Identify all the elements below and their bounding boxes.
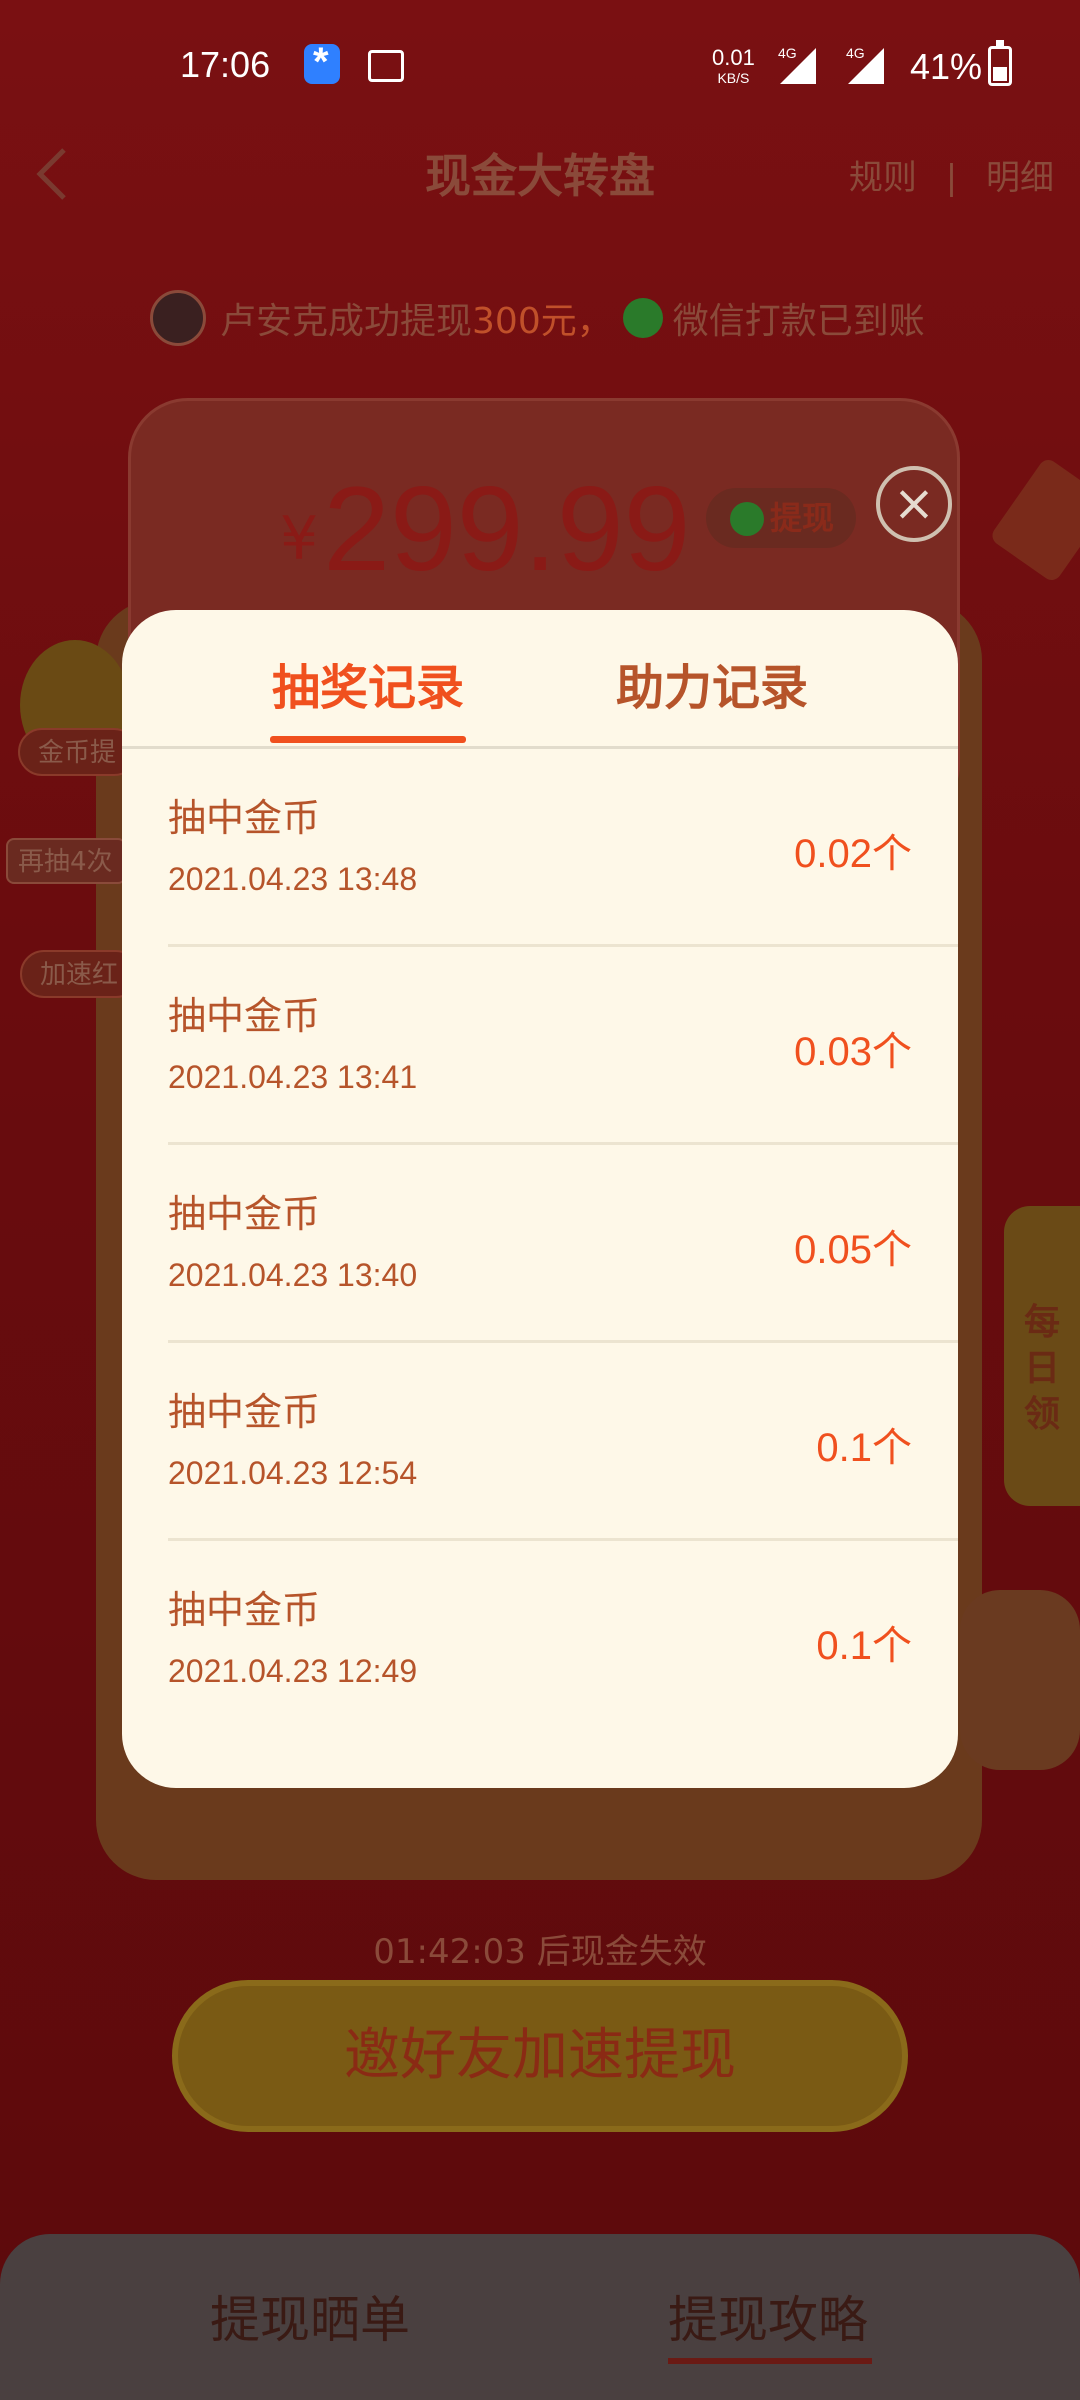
record-title: 抽中金币 bbox=[168, 796, 321, 840]
tab-active-indicator bbox=[668, 2358, 872, 2364]
wechat-check-icon bbox=[622, 298, 663, 338]
tab-assist-records[interactable]: 助力记录 bbox=[616, 648, 808, 718]
close-icon[interactable]: × bbox=[876, 466, 952, 542]
daily-claim-label: 每日领 bbox=[1024, 1302, 1061, 1435]
bottom-tab-bar bbox=[0, 2234, 1080, 2400]
hand-pointer-icon bbox=[960, 1590, 1080, 1770]
ticker-suffix: 微信打款已到账 bbox=[672, 301, 925, 342]
prize-amount: ¥ 299.99 bbox=[280, 460, 690, 598]
record-amount: 0.1个 bbox=[816, 1624, 912, 1668]
withdraw-chip-button[interactable]: 提现 bbox=[706, 488, 856, 548]
nav-actions: 规则 | 明细 bbox=[831, 150, 1054, 199]
withdraw-chip-label: 提现 bbox=[769, 499, 834, 537]
list-item: 抽中金币 2021.04.23 13:48 0.02个 bbox=[168, 749, 958, 947]
net-speed-unit: KB/S bbox=[717, 70, 750, 86]
svg-text:4G: 4G bbox=[778, 45, 797, 61]
record-time: 2021.04.23 13:41 bbox=[168, 1059, 418, 1095]
invite-friends-button[interactable]: 邀好友加速提现 bbox=[172, 1980, 908, 2132]
tab-withdraw-guide[interactable]: 提现攻略 bbox=[668, 2280, 868, 2352]
prize-value: 299.99 bbox=[323, 462, 691, 596]
record-time: 2021.04.23 12:54 bbox=[168, 1455, 418, 1491]
status-time: 17:06 bbox=[180, 44, 271, 85]
list-item: 抽中金币 2021.04.23 13:41 0.03个 bbox=[168, 947, 958, 1145]
avatar bbox=[150, 290, 206, 346]
net-speed-value: 0.01 bbox=[712, 45, 755, 70]
ticker-amount: 300元， bbox=[472, 301, 613, 342]
gallery-notification-icon bbox=[368, 50, 404, 82]
notification-app-icon bbox=[304, 40, 340, 85]
details-link[interactable]: 明细 bbox=[986, 158, 1054, 198]
draw-again-tag: 再抽4次 bbox=[6, 838, 126, 884]
record-title: 抽中金币 bbox=[168, 1588, 321, 1632]
rules-link[interactable]: 规则 bbox=[849, 158, 917, 198]
record-title: 抽中金币 bbox=[168, 1390, 321, 1434]
record-title: 抽中金币 bbox=[168, 994, 321, 1038]
top-nav: 现金大转盘 规则 | 明细 bbox=[0, 130, 1080, 220]
withdraw-ticker: 卢安克成功提现 300元， 微信打款已到账 bbox=[150, 290, 925, 346]
list-item: 抽中金币 2021.04.23 13:40 0.05个 bbox=[168, 1145, 958, 1343]
svg-text:4G: 4G bbox=[846, 45, 865, 61]
tab-underline bbox=[270, 736, 466, 743]
coin-withdraw-pill[interactable]: 金币提 bbox=[18, 728, 138, 776]
battery-icon bbox=[988, 40, 1012, 86]
signal-icon: 4G bbox=[778, 45, 816, 84]
signal-icon-2: 4G bbox=[846, 45, 884, 84]
battery-percent: 41% bbox=[910, 46, 983, 87]
modal-tabs: 抽奖记录 助力记录 bbox=[122, 610, 958, 749]
status-bar: 17:06 0.01 KB/S 4G 4G 41% bbox=[0, 0, 1080, 140]
record-time: 2021.04.23 12:49 bbox=[168, 1653, 418, 1689]
record-list: 抽中金币 2021.04.23 13:48 0.02个 抽中金币 2021.04… bbox=[122, 749, 958, 1736]
list-item: 抽中金币 2021.04.23 12:54 0.1个 bbox=[168, 1343, 958, 1541]
list-item: 抽中金币 2021.04.23 12:49 0.1个 bbox=[168, 1541, 958, 1736]
records-modal: 抽奖记录 助力记录 抽中金币 2021.04.23 13:48 0.02个 抽中… bbox=[122, 610, 958, 1788]
ticker-text: 卢安克成功提现 bbox=[220, 301, 473, 342]
tab-withdraw-showcase[interactable]: 提现晒单 bbox=[210, 2280, 410, 2352]
countdown-text: 01:42:03 后现金失效 bbox=[373, 1932, 707, 1972]
record-amount: 0.05个 bbox=[794, 1228, 912, 1272]
tab-draw-records[interactable]: 抽奖记录 bbox=[272, 648, 464, 718]
record-time: 2021.04.23 13:48 bbox=[168, 861, 418, 897]
currency-symbol: ¥ bbox=[280, 504, 319, 574]
nav-separator: | bbox=[945, 158, 958, 198]
record-time: 2021.04.23 13:40 bbox=[168, 1257, 418, 1293]
record-amount: 0.02个 bbox=[794, 832, 912, 876]
record-amount: 0.03个 bbox=[794, 1030, 912, 1074]
record-title: 抽中金币 bbox=[168, 1192, 321, 1236]
network-speed: 0.01 KB/S bbox=[712, 45, 755, 88]
record-amount: 0.1个 bbox=[816, 1426, 912, 1470]
